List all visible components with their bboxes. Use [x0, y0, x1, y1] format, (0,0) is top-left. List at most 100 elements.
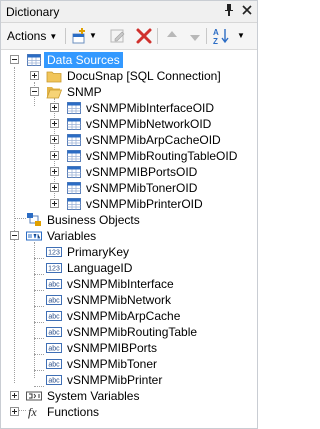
tree-node-label: vSNMPMibNetwork	[67, 293, 172, 307]
table-icon	[66, 132, 82, 148]
sort-icon[interactable]: A Z	[212, 27, 230, 46]
toolbar-separator	[157, 28, 158, 44]
pin-icon[interactable]	[222, 3, 236, 19]
dictionary-panel: Dictionary Actions ▼ ▼ A Z ▼ Data Source…	[0, 0, 258, 429]
expand-toggle-icon[interactable]	[50, 103, 59, 112]
chevron-down-icon: ▼	[49, 32, 58, 41]
tree-node-label: Business Objects	[47, 213, 140, 227]
folder-icon	[46, 68, 62, 84]
dictionary-tree: Data Sources DocuSnap [SQL Connection] S…	[1, 50, 257, 428]
svg-text:A: A	[213, 28, 219, 37]
tree-node-label: vSNMPMibArpCache	[67, 309, 181, 323]
toolbar-separator	[206, 28, 207, 44]
table-icon	[66, 116, 82, 132]
move-down-icon[interactable]	[186, 27, 204, 45]
tree-node-table[interactable]: vSNMPMibInterfaceOID	[1, 100, 257, 116]
expand-toggle-icon[interactable]	[50, 135, 59, 144]
tree-node-label: vSNMPMibPrinter	[67, 373, 163, 387]
variables-icon	[26, 228, 42, 244]
expand-toggle-icon[interactable]	[30, 71, 39, 80]
system-variables-icon	[26, 388, 42, 404]
collapse-toggle-icon[interactable]	[10, 55, 19, 64]
string-variable-icon: abc	[46, 292, 62, 308]
type-badge: abc	[48, 362, 60, 369]
expand-toggle-icon[interactable]	[50, 199, 59, 208]
tree-node-label: DocuSnap [SQL Connection]	[67, 69, 221, 83]
tree-node-label: vSNMPMibInterfaceOID	[86, 101, 215, 115]
tree-node-variable[interactable]: 123 PrimaryKey	[1, 244, 257, 260]
tree-node-variables[interactable]: Variables	[1, 228, 257, 244]
actions-menu-button[interactable]: Actions ▼	[7, 26, 57, 46]
table-icon	[66, 180, 82, 196]
type-badge: abc	[48, 298, 60, 305]
tree-node-table[interactable]: vSNMPMibTonerOID	[1, 180, 257, 196]
expand-toggle-icon[interactable]	[50, 119, 59, 128]
collapse-toggle-icon[interactable]	[10, 231, 19, 240]
table-icon	[66, 196, 82, 212]
tree-node-label: LanguageID	[67, 261, 133, 275]
collapse-toggle-icon[interactable]	[30, 87, 39, 96]
tree-node-label: System Variables	[47, 389, 140, 403]
tree-node-table[interactable]: vSNMPMibArpCacheOID	[1, 132, 257, 148]
new-item-dropdown-icon[interactable]: ▼	[89, 27, 97, 45]
tree-node-business-objects[interactable]: Business Objects	[1, 212, 257, 228]
tree-node-variable[interactable]: abc vSNMPMibInterface	[1, 276, 257, 292]
delete-icon[interactable]	[135, 27, 153, 45]
tree-node-label: vSNMPMibArpCacheOID	[86, 133, 221, 147]
number-variable-icon: 123	[46, 260, 62, 276]
svg-text:fx: fx	[28, 405, 37, 419]
new-item-icon[interactable]	[71, 27, 89, 45]
tree-node-variable[interactable]: abc vSNMPMibToner	[1, 356, 257, 372]
close-icon[interactable]	[240, 3, 254, 19]
tree-node-table[interactable]: vSNMPMIBPortsOID	[1, 164, 257, 180]
string-variable-icon: abc	[46, 308, 62, 324]
tree-node-label: vSNMPMibNetworkOID	[86, 117, 212, 131]
expand-toggle-icon[interactable]	[50, 183, 59, 192]
tree-node-label: vSNMPMibPrinterOID	[86, 197, 203, 211]
tree-node-label: vSNMPMibRoutingTableOID	[86, 149, 238, 163]
tree-node-data-sources[interactable]: Data Sources	[1, 52, 257, 68]
tree-node-functions[interactable]: fx Functions	[1, 404, 257, 420]
table-icon	[66, 100, 82, 116]
tree-node-system-variables[interactable]: System Variables	[1, 388, 257, 404]
expand-toggle-icon[interactable]	[10, 391, 19, 400]
tree-node-connection[interactable]: DocuSnap [SQL Connection]	[1, 68, 257, 84]
table-icon	[66, 164, 82, 180]
panel-title: Dictionary	[6, 5, 60, 19]
expand-toggle-icon[interactable]	[10, 407, 19, 416]
tree-node-label: Data Sources	[44, 52, 123, 68]
tree-node-label: SNMP	[67, 85, 102, 99]
tree-node-table[interactable]: vSNMPMibNetworkOID	[1, 116, 257, 132]
tree-node-variable[interactable]: abc vSNMPMibNetwork	[1, 292, 257, 308]
function-icon: fx	[26, 404, 42, 420]
string-variable-icon: abc	[46, 356, 62, 372]
type-badge: 123	[48, 250, 60, 257]
business-objects-icon	[26, 212, 42, 228]
expand-toggle-icon[interactable]	[50, 167, 59, 176]
tree-node-label: vSNMPMibTonerOID	[86, 181, 198, 195]
type-badge: abc	[48, 378, 60, 385]
tree-node-snmp[interactable]: SNMP	[1, 84, 257, 100]
tree-node-variable[interactable]: abc vSNMPMIBPorts	[1, 340, 257, 356]
actions-label: Actions	[7, 29, 47, 43]
tree-node-label: Variables	[47, 229, 97, 243]
type-badge: abc	[48, 330, 60, 337]
tree-node-variable[interactable]: abc vSNMPMibArpCache	[1, 308, 257, 324]
tree-node-variable[interactable]: abc vSNMPMibPrinter	[1, 372, 257, 388]
tree-node-table[interactable]: vSNMPMibRoutingTableOID	[1, 148, 257, 164]
sort-dropdown-icon[interactable]: ▼	[237, 27, 245, 45]
toolbar-separator	[65, 28, 66, 44]
string-variable-icon: abc	[46, 324, 62, 340]
tree-node-variable[interactable]: abc vSNMPMibRoutingTable	[1, 324, 257, 340]
tree-node-table[interactable]: vSNMPMibPrinterOID	[1, 196, 257, 212]
expand-toggle-icon[interactable]	[50, 151, 59, 160]
edit-icon[interactable]	[109, 27, 127, 45]
data-sources-icon	[26, 52, 42, 68]
toolbar: Actions ▼ ▼ A Z ▼	[1, 23, 257, 50]
string-variable-icon: abc	[46, 372, 62, 388]
tree-node-variable[interactable]: 123 LanguageID	[1, 260, 257, 276]
tree-node-label: vSNMPMibToner	[67, 357, 158, 371]
string-variable-icon: abc	[46, 276, 62, 292]
move-up-icon[interactable]	[163, 27, 181, 45]
string-variable-icon: abc	[46, 340, 62, 356]
